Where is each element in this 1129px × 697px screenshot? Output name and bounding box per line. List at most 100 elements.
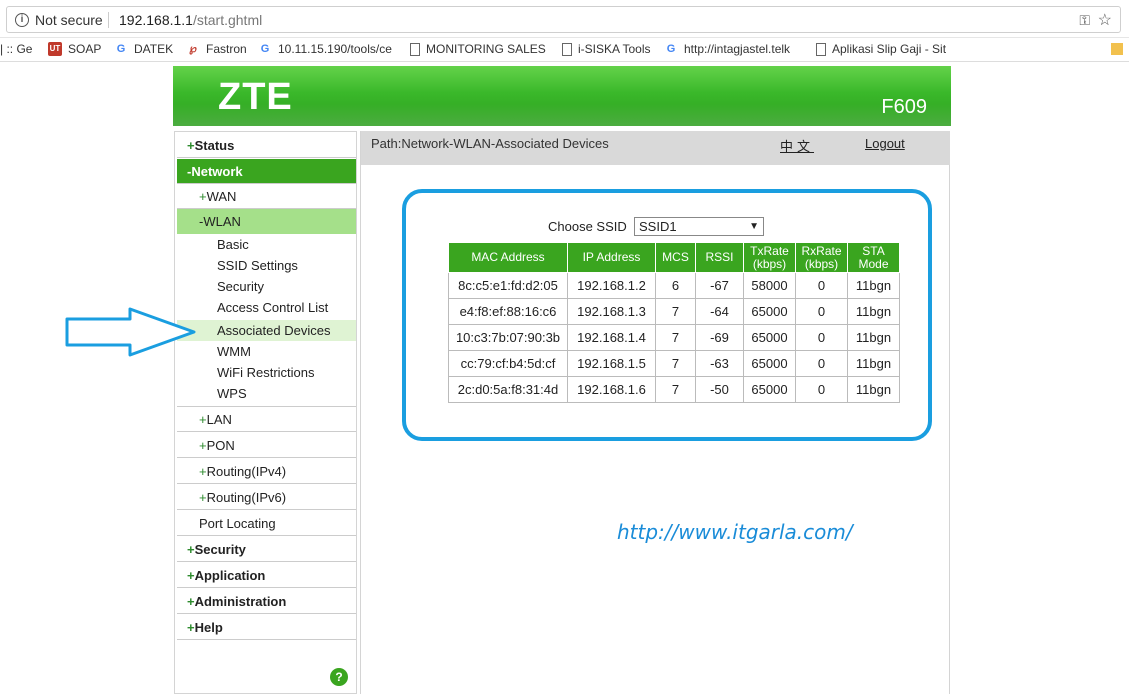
zte-logo: ZTE: [218, 76, 293, 118]
sidebar-item-routing-ipv6[interactable]: +Routing(IPv6): [177, 485, 356, 510]
header-banner: ZTE F609: [173, 66, 951, 126]
mac-cell: 10:c3:7b:07:90:3b: [448, 324, 568, 351]
sidebar-item-pon[interactable]: +PON: [177, 433, 356, 458]
sta-mode-cell: 11bgn: [847, 272, 900, 299]
associated-devices-table: MAC Address IP Address MCS RSSI TxRate (…: [448, 242, 900, 403]
bookmark-item[interactable]: ℘ Fastron: [186, 42, 247, 56]
sidebar-item-wlan[interactable]: -WLAN: [177, 209, 356, 234]
security-indicator[interactable]: Not secure: [35, 12, 103, 28]
bookmark-item[interactable]: UT SOAP: [48, 42, 101, 56]
sidebar-item-help[interactable]: +Help: [177, 615, 356, 640]
bookmark-item[interactable]: G 10.11.15.190/tools/ce: [258, 42, 392, 56]
bookmark-item[interactable]: Aplikasi Slip Gaji - Sit: [816, 42, 946, 56]
sidebar-item-label: Network: [191, 164, 243, 179]
address-separator: [108, 12, 109, 28]
rssi-cell: -50: [695, 376, 744, 403]
mcs-cell: 7: [655, 324, 696, 351]
sidebar-item-label: WAN: [206, 189, 237, 204]
rssi-cell: -63: [695, 350, 744, 377]
logout-link[interactable]: Logout: [865, 136, 905, 151]
expand-icon: +: [187, 568, 195, 583]
google-icon: G: [666, 43, 676, 55]
sidebar-item-label: Help: [194, 620, 223, 635]
bookmark-item[interactable]: Ghttp://intagjastel.telk: [664, 42, 790, 56]
expand-icon: +: [187, 542, 195, 557]
bookmark-item[interactable]: | :: Ge: [0, 42, 32, 56]
bookmark-label: SOAP: [68, 42, 102, 56]
breadcrumb: Path:Network-WLAN-Associated Devices: [371, 136, 609, 151]
sidebar-item-wan[interactable]: +WAN: [177, 184, 356, 209]
column-header: RSSI: [695, 242, 744, 273]
sidebar-item-label: Administration: [194, 594, 287, 609]
sidebar-item-label: Status: [194, 138, 235, 153]
sidebar-item-label: WMM: [217, 344, 251, 359]
path-bar: Path:Network-WLAN-Associated Devices 中文 …: [361, 131, 950, 165]
rxrate-cell: 0: [795, 376, 848, 403]
sidebar-item-port-locating[interactable]: Port Locating: [177, 511, 356, 536]
sidebar-item-label: Application: [194, 568, 266, 583]
sidebar-item-wps[interactable]: WPS: [177, 383, 356, 407]
mac-cell: 8c:c5:e1:fd:d2:05: [448, 272, 568, 299]
mac-cell: 2c:d0:5a:f8:31:4d: [448, 376, 568, 403]
sidebar-item-status[interactable]: +Status: [177, 133, 356, 158]
bookmark-item[interactable]: MONITORING SALES: [410, 42, 546, 56]
sidebar-item-label: LAN: [206, 412, 232, 427]
bookmark-item[interactable]: G DATEK: [114, 42, 173, 56]
address-bar[interactable]: i Not secure 192.168.1.1/start.ghtml ⚿ ☆: [6, 6, 1121, 33]
sidebar-item-access-control-list[interactable]: Access Control List: [177, 297, 356, 318]
sidebar-item-security[interactable]: +Security: [177, 537, 356, 562]
bookmark-star-icon[interactable]: ☆: [1098, 10, 1112, 30]
sidebar-item-wlan-security[interactable]: Security: [177, 276, 356, 297]
ssid-selected-value: SSID1: [639, 219, 677, 234]
help-icon[interactable]: ?: [330, 668, 348, 686]
sta-mode-cell: 11bgn: [847, 350, 900, 377]
browser-toolbar: i Not secure 192.168.1.1/start.ghtml ⚿ ☆: [0, 0, 1129, 38]
rxrate-cell: 0: [795, 272, 848, 299]
table-row: 10:c3:7b:07:90:3b 192.168.1.4 7 -69 6500…: [448, 324, 900, 351]
rxrate-cell: 0: [795, 298, 848, 325]
sidebar-item-ssid-settings[interactable]: SSID Settings: [177, 255, 356, 276]
column-header: IP Address: [567, 242, 656, 273]
bookmark-label: Aplikasi Slip Gaji - Sit: [832, 42, 947, 56]
folder-icon[interactable]: [1111, 43, 1123, 55]
expand-icon: +: [199, 490, 207, 505]
watermark-text: http://www.itgarla.com/: [617, 520, 853, 544]
url-path: /start.ghtml: [192, 12, 263, 28]
table-row: 8c:c5:e1:fd:d2:05 192.168.1.2 6 -67 5800…: [448, 272, 900, 299]
ip-cell: 192.168.1.5: [567, 350, 656, 377]
sidebar-item-network[interactable]: -Network: [177, 159, 356, 184]
sidebar-item-wifi-restrictions[interactable]: WiFi Restrictions: [177, 362, 356, 383]
google-icon: G: [260, 43, 270, 55]
bookmark-item[interactable]: i-SISKA Tools: [562, 42, 650, 56]
sidebar-item-label: Associated Devices: [217, 323, 331, 338]
sidebar-item-label: WLAN: [203, 214, 241, 229]
sidebar-item-associated-devices[interactable]: Associated Devices: [177, 320, 356, 341]
bookmarks-bar: | :: Ge UT SOAP G DATEK ℘ Fastron G 10.11.15…: [0, 38, 1129, 62]
language-link[interactable]: 中文: [780, 136, 814, 155]
sidebar-item-label: Port Locating: [199, 516, 276, 531]
mcs-cell: 6: [655, 272, 696, 299]
rssi-cell: -69: [695, 324, 744, 351]
sidebar-item-label: Basic: [217, 237, 249, 252]
sidebar-item-label: WPS: [217, 386, 247, 401]
ssid-select[interactable]: SSID1 ▼: [634, 217, 764, 236]
expand-icon: +: [187, 620, 195, 635]
mcs-cell: 7: [655, 376, 696, 403]
rssi-cell: -67: [695, 272, 744, 299]
url-text[interactable]: 192.168.1.1/start.ghtml: [119, 12, 262, 28]
sidebar-item-routing-ipv4[interactable]: +Routing(IPv4): [177, 459, 356, 484]
sidebar-item-label: Access Control List: [217, 300, 329, 315]
info-icon[interactable]: i: [15, 13, 29, 27]
sidebar-item-label: Routing(IPv4): [206, 464, 287, 479]
pointer-arrow-icon: [65, 307, 196, 357]
sidebar-item-application[interactable]: +Application: [177, 563, 356, 588]
sidebar-item-label: Security: [217, 279, 264, 294]
sidebar-item-basic[interactable]: Basic: [177, 234, 356, 255]
ip-cell: 192.168.1.4: [567, 324, 656, 351]
page-icon: [410, 42, 420, 56]
sidebar-item-wmm[interactable]: WMM: [177, 341, 356, 362]
sidebar-item-lan[interactable]: +LAN: [177, 407, 356, 432]
key-icon[interactable]: ⚿: [1079, 12, 1090, 29]
fastron-icon: ℘: [189, 43, 197, 55]
sidebar-item-administration[interactable]: +Administration: [177, 589, 356, 614]
